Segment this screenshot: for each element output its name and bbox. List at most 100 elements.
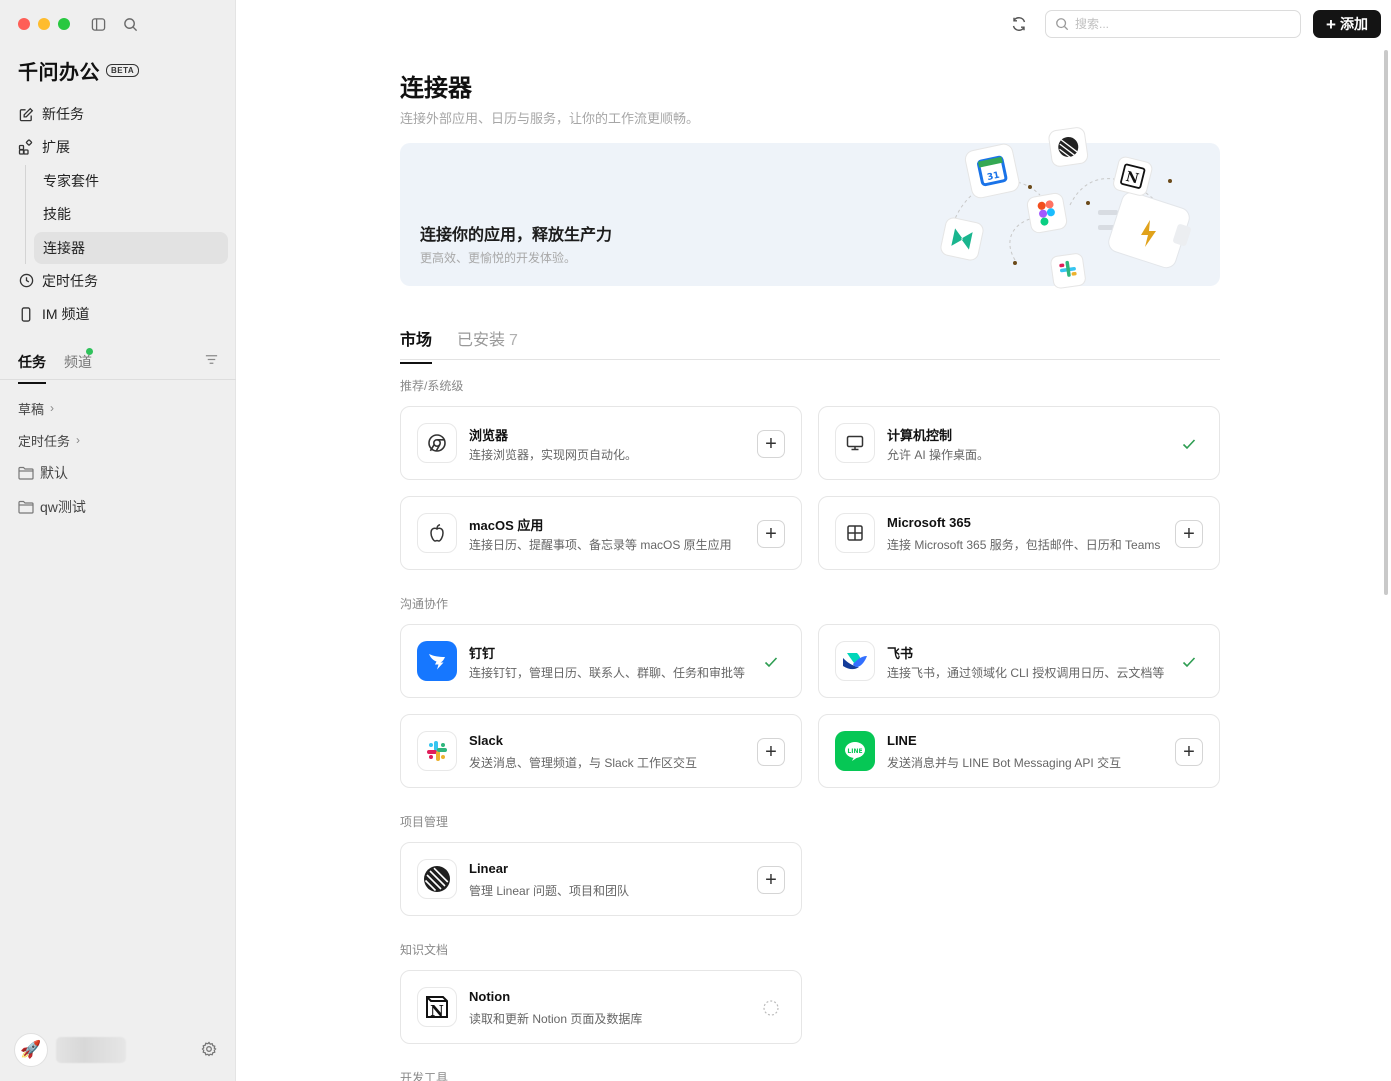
plus-icon: + bbox=[765, 741, 777, 763]
list-item-drafts[interactable]: 草稿 › bbox=[18, 392, 218, 424]
installed-check[interactable] bbox=[1175, 430, 1203, 458]
connector-card-notion[interactable]: N Notion 读取和更新 Notion 页面及数据库 bbox=[400, 970, 802, 1044]
sidebar-tabs: 任务 频道 bbox=[0, 346, 236, 384]
phone-icon bbox=[18, 306, 34, 322]
connector-card-dingtalk[interactable]: 钉钉 连接钉钉，管理日历、联系人、群聊、任务和审批等 bbox=[400, 624, 802, 698]
connector-desc: 读取和更新 Notion 页面及数据库 bbox=[469, 1012, 643, 1026]
clock-icon bbox=[18, 273, 34, 289]
sidebar-item-label: IM 频道 bbox=[42, 306, 90, 323]
tab-market[interactable]: 市场 bbox=[400, 326, 433, 364]
close-window-button[interactable] bbox=[18, 18, 30, 30]
connector-name: 钉钉 bbox=[469, 646, 496, 661]
connector-desc: 连接 Microsoft 365 服务，包括邮件、日历和 Teams bbox=[887, 538, 1161, 552]
check-icon bbox=[1182, 439, 1196, 450]
dingtalk-icon bbox=[417, 641, 457, 681]
task-list: 草稿 › 定时任务 › 默认 qw测试 bbox=[18, 392, 218, 524]
add-connector-button[interactable]: + bbox=[1175, 738, 1203, 766]
page-subtitle: 连接外部应用、日历与服务，让你的工作流更顺畅。 bbox=[400, 111, 700, 126]
folder-label: qw测试 bbox=[40, 499, 86, 515]
list-item-label: 定时任务 bbox=[18, 433, 71, 449]
sidebar-item-extensions[interactable]: 扩展 bbox=[8, 131, 228, 163]
extensions-submenu: 专家套件 技能 连接器 bbox=[25, 164, 228, 264]
notion-icon: N bbox=[417, 987, 457, 1027]
add-connector-button[interactable]: + bbox=[757, 430, 785, 458]
search-icon bbox=[1055, 17, 1069, 31]
connector-name: 浏览器 bbox=[469, 428, 509, 443]
toggle-sidebar-icon[interactable] bbox=[88, 14, 108, 34]
gear-icon[interactable] bbox=[201, 1041, 219, 1059]
line-icon: LINE bbox=[835, 731, 875, 771]
connector-desc: 连接浏览器，实现网页自动化。 bbox=[469, 448, 638, 462]
tab-installed-label: 已安装 bbox=[457, 332, 506, 349]
chevron-right-icon: › bbox=[76, 433, 81, 447]
plus-icon: + bbox=[1183, 741, 1195, 763]
svg-text:N: N bbox=[430, 1002, 444, 1020]
list-item-label: 草稿 bbox=[18, 401, 45, 417]
search-input[interactable] bbox=[1075, 17, 1275, 31]
loading-spinner-icon bbox=[757, 994, 785, 1022]
connector-tabs: 市场 已安装 7 bbox=[400, 322, 1220, 364]
refresh-icon[interactable] bbox=[1008, 13, 1030, 35]
installed-check[interactable] bbox=[757, 648, 785, 676]
plus-icon: + bbox=[765, 869, 777, 891]
sidebar-item-connectors[interactable]: 连接器 bbox=[34, 231, 228, 264]
connector-desc: 连接钉钉，管理日历、联系人、群聊、任务和审批等 bbox=[469, 666, 746, 680]
section-recommended: 推荐/系统级 bbox=[400, 379, 464, 393]
sidebar-item-im-channel[interactable]: IM 频道 bbox=[8, 298, 228, 330]
folder-icon bbox=[18, 499, 34, 515]
banner-subtitle: 更高效、更愉悦的开发体验。 bbox=[420, 251, 577, 265]
check-icon bbox=[764, 657, 778, 668]
sidebar-item-scheduled[interactable]: 定时任务 bbox=[8, 265, 228, 297]
chrome-icon bbox=[417, 423, 457, 463]
sidebar-item-new-task[interactable]: 新任务 bbox=[8, 98, 228, 130]
add-connector-button[interactable]: + bbox=[757, 520, 785, 548]
window-controls bbox=[18, 18, 70, 30]
list-item-scheduled[interactable]: 定时任务 › bbox=[18, 424, 218, 456]
section-project: 项目管理 bbox=[400, 815, 449, 829]
connector-name: LINE bbox=[887, 733, 917, 748]
minimize-window-button[interactable] bbox=[38, 18, 50, 30]
svg-text:LINE: LINE bbox=[847, 748, 862, 755]
connector-card-feishu[interactable]: 飞书 连接飞书，通过领域化 CLI 授权调用日历、云文档等 bbox=[818, 624, 1220, 698]
sidebar-item-expert-suite[interactable]: 专家套件 bbox=[34, 165, 228, 197]
edit-icon bbox=[18, 106, 34, 122]
add-connector-button[interactable]: + bbox=[1175, 520, 1203, 548]
search-box[interactable] bbox=[1045, 10, 1301, 38]
tab-tasks[interactable]: 任务 bbox=[18, 352, 46, 384]
section-knowledge: 知识文档 bbox=[400, 943, 449, 957]
add-connector-button[interactable]: + bbox=[757, 866, 785, 894]
connector-name: Slack bbox=[469, 733, 503, 748]
connector-desc: 连接日历、提醒事项、备忘录等 macOS 原生应用 bbox=[469, 538, 732, 552]
add-button[interactable]: + 添加 bbox=[1313, 10, 1381, 38]
folder-qw[interactable]: qw测试 bbox=[18, 490, 218, 524]
feishu-icon bbox=[835, 641, 875, 681]
maximize-window-button[interactable] bbox=[58, 18, 70, 30]
tab-channels[interactable]: 频道 bbox=[64, 352, 92, 372]
scrollbar[interactable] bbox=[1384, 50, 1388, 595]
slack-icon bbox=[417, 731, 457, 771]
search-icon[interactable] bbox=[120, 14, 140, 34]
connector-card-slack[interactable]: Slack 发送消息、管理频道，与 Slack 工作区交互 + bbox=[400, 714, 802, 788]
connector-card-linear[interactable]: Linear 管理 Linear 问题、项目和团队 + bbox=[400, 842, 802, 916]
connector-card-line[interactable]: LINE LINE 发送消息并与 LINE Bot Messaging API … bbox=[818, 714, 1220, 788]
avatar: 🚀 bbox=[14, 1033, 48, 1067]
add-connector-button[interactable]: + bbox=[757, 738, 785, 766]
connector-desc: 连接飞书，通过领域化 CLI 授权调用日历、云文档等 bbox=[887, 666, 1165, 680]
connector-card-computer[interactable]: 计算机控制 允许 AI 操作桌面。 bbox=[818, 406, 1220, 480]
connector-card-macos[interactable]: macOS 应用 连接日历、提醒事项、备忘录等 macOS 原生应用 + bbox=[400, 496, 802, 570]
sidebar-item-label: 扩展 bbox=[42, 139, 70, 156]
chevron-right-icon: › bbox=[50, 401, 55, 415]
folder-label: 默认 bbox=[40, 465, 68, 481]
brand-name: 千问办公 bbox=[18, 62, 100, 84]
connector-name: 计算机控制 bbox=[887, 428, 953, 443]
connector-name: macOS 应用 bbox=[469, 518, 544, 533]
connector-card-browser[interactable]: 浏览器 连接浏览器，实现网页自动化。 + bbox=[400, 406, 802, 480]
folder-default[interactable]: 默认 bbox=[18, 456, 218, 490]
user-profile[interactable]: 🚀 bbox=[14, 1033, 126, 1067]
extensions-icon bbox=[18, 139, 34, 156]
connector-card-m365[interactable]: Microsoft 365 连接 Microsoft 365 服务，包括邮件、日… bbox=[818, 496, 1220, 570]
sidebar-item-skills[interactable]: 技能 bbox=[34, 198, 228, 230]
installed-check[interactable] bbox=[1175, 648, 1203, 676]
tab-installed[interactable]: 已安装 7 bbox=[457, 326, 518, 350]
filter-icon[interactable] bbox=[204, 352, 220, 368]
